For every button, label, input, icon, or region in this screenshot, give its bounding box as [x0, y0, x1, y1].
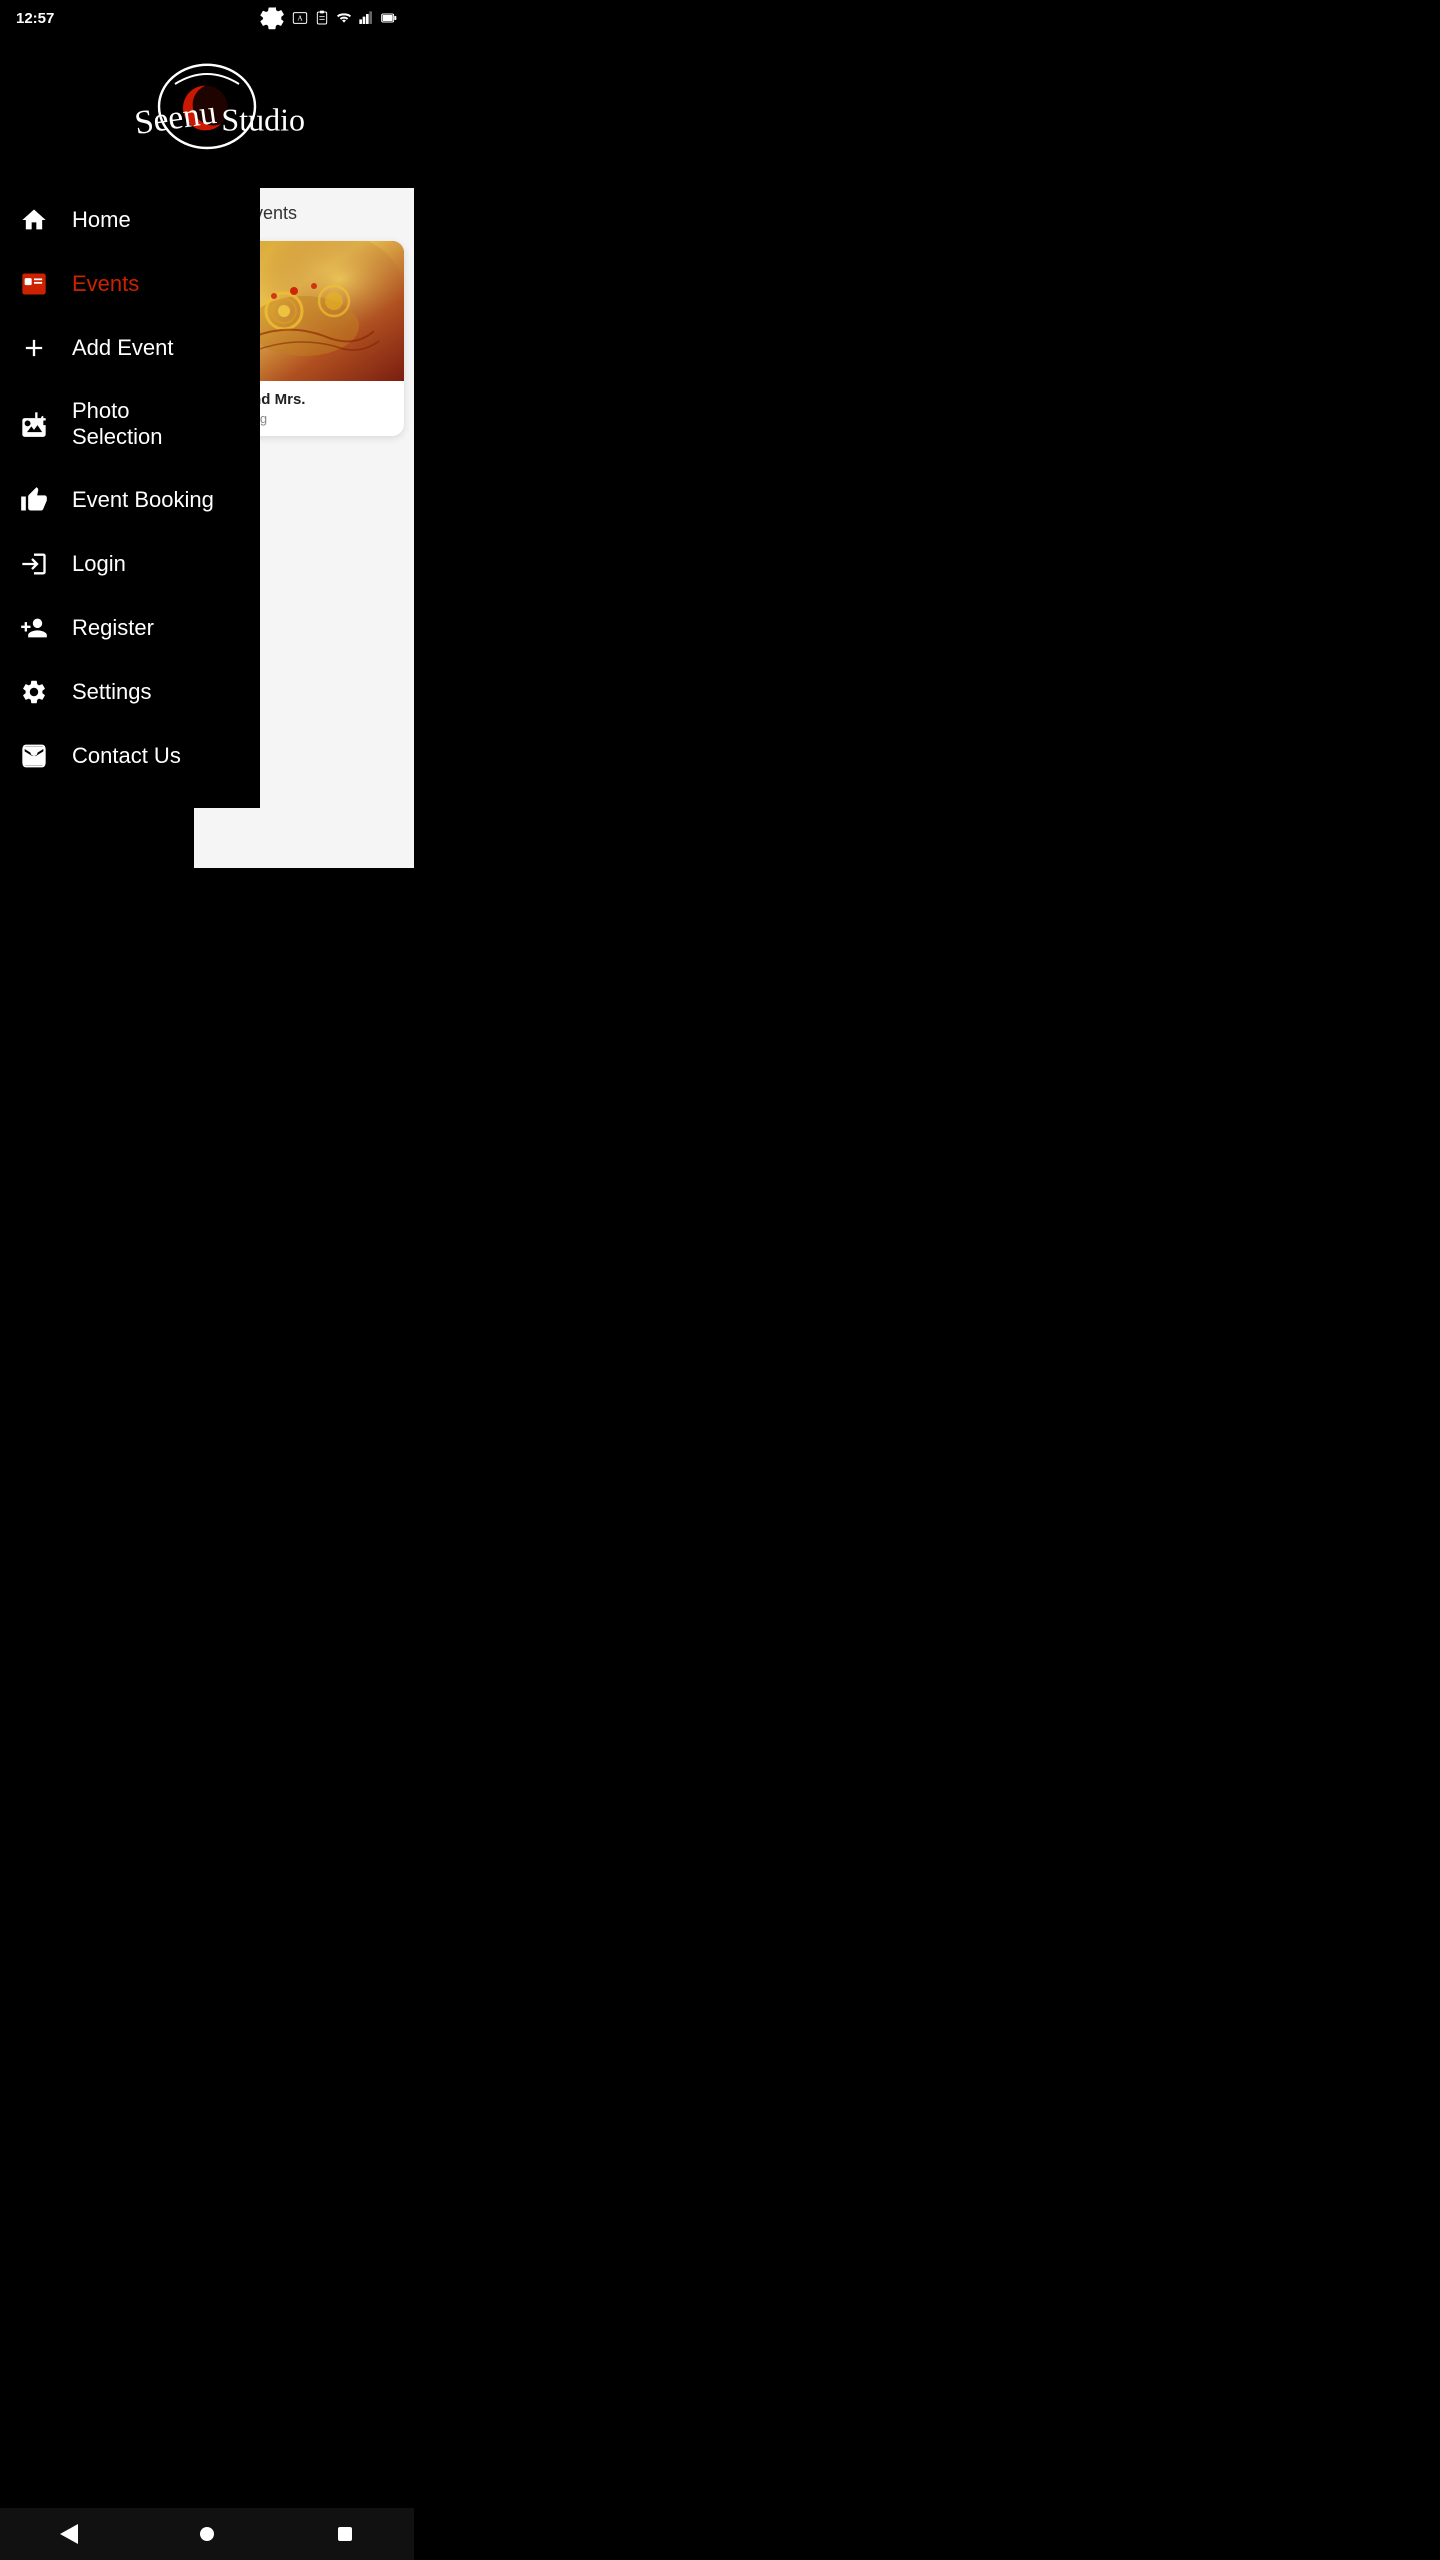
register-label: Register: [72, 615, 154, 641]
signal-icon: [358, 10, 374, 26]
photo-selection-label: PhotoSelection: [72, 398, 163, 450]
events-label: Events: [72, 271, 139, 297]
clipboard-icon: [314, 10, 330, 26]
recent-apps-button[interactable]: [315, 2514, 375, 2554]
wifi-icon: [336, 10, 352, 26]
register-svg-icon: [20, 614, 48, 642]
event-booking-icon: [16, 486, 52, 514]
sidebar-item-events[interactable]: Events: [16, 252, 260, 316]
sidebar-item-settings[interactable]: Settings: [16, 660, 260, 724]
svg-text:Seenu: Seenu: [132, 94, 219, 142]
login-svg-icon: [20, 550, 48, 578]
back-triangle-icon: [60, 2524, 78, 2544]
home-circle-icon: [200, 2527, 214, 2541]
add-event-icon: [16, 334, 52, 362]
contact-icon: [16, 742, 52, 770]
settings-nav-icon: [16, 678, 52, 706]
home-svg-icon: [20, 206, 48, 234]
recent-apps-square-icon: [338, 2527, 352, 2541]
event-booking-label: Event Booking: [72, 487, 214, 513]
home-icon: [16, 206, 52, 234]
status-bar: 12:57 A: [0, 0, 414, 36]
main-layout: Home Events Add Event: [0, 188, 414, 868]
add-svg-icon: [20, 334, 48, 362]
sidebar-item-home[interactable]: Home: [16, 188, 260, 252]
bottom-nav: [0, 2508, 414, 2560]
contact-svg-icon: [20, 742, 48, 770]
sidebar-item-contact-us[interactable]: Contact Us: [16, 724, 260, 788]
battery-icon: [380, 10, 398, 26]
svg-text:A: A: [297, 14, 303, 23]
events-svg-icon: [20, 270, 48, 298]
contact-us-label: Contact Us: [72, 743, 181, 769]
status-icons: A: [258, 4, 398, 32]
photo-svg-icon: [20, 410, 48, 438]
photo-selection-icon: [16, 410, 52, 438]
register-icon: [16, 614, 52, 642]
sidebar-item-photo-selection[interactable]: PhotoSelection: [16, 380, 260, 468]
events-icon: [16, 270, 52, 298]
status-time: 12:57: [16, 10, 54, 27]
sidebar-item-register[interactable]: Register: [16, 596, 260, 660]
login-icon: [16, 550, 52, 578]
settings-nav-svg-icon: [20, 678, 48, 706]
login-label: Login: [72, 551, 126, 577]
booking-svg-icon: [20, 486, 48, 514]
sidebar: Home Events Add Event: [0, 188, 260, 808]
back-button[interactable]: [39, 2514, 99, 2554]
settings-icon: [258, 4, 286, 32]
sidebar-item-event-booking[interactable]: Event Booking: [16, 468, 260, 532]
svg-text:Studio: Studio: [221, 101, 305, 137]
sidebar-item-add-event[interactable]: Add Event: [16, 316, 260, 380]
logo: Seenu Studio: [87, 60, 327, 156]
font-icon: A: [292, 10, 308, 26]
add-event-label: Add Event: [72, 335, 174, 361]
home-label: Home: [72, 207, 131, 233]
settings-nav-label: Settings: [72, 679, 152, 705]
sidebar-item-login[interactable]: Login: [16, 532, 260, 596]
home-button[interactable]: [177, 2514, 237, 2554]
logo-area: Seenu Studio: [0, 36, 414, 188]
